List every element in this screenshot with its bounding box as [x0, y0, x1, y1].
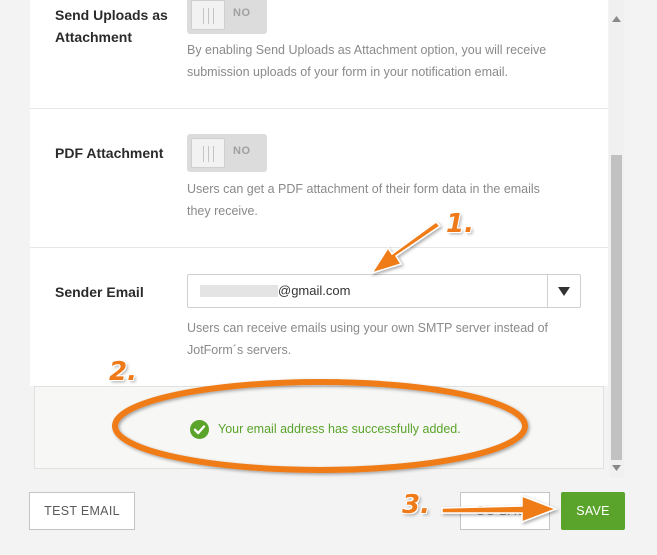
send-uploads-toggle[interactable]: NO: [187, 0, 267, 34]
test-email-button[interactable]: TEST EMAIL: [29, 492, 135, 530]
sender-email-value: @gmail.com: [278, 283, 351, 298]
scroll-down-arrow-icon[interactable]: [612, 465, 621, 471]
check-circle-icon: [190, 419, 209, 439]
annotation-step-1: 1.: [446, 209, 474, 239]
go-back-button[interactable]: GO BACK: [460, 492, 550, 530]
annotation-step-3: 3.: [402, 490, 430, 520]
pdf-attachment-toggle[interactable]: NO: [187, 134, 267, 172]
dropdown-button[interactable]: [547, 275, 580, 307]
divider: [30, 108, 608, 109]
success-message-text: Your email address has successfully adde…: [218, 422, 461, 436]
sender-email-label: Sender Email: [55, 284, 144, 300]
settings-panel: Send Uploads as Attachment NO By enablin…: [30, 0, 608, 386]
scroll-up-arrow-icon[interactable]: [612, 16, 621, 22]
annotation-step-2: 2.: [109, 357, 137, 387]
pdf-attachment-label: PDF Attachment: [55, 145, 164, 161]
send-uploads-help: By enabling Send Uploads as Attachment o…: [187, 43, 547, 79]
toggle-knob[interactable]: [191, 0, 225, 30]
success-message: Your email address has successfully adde…: [190, 417, 461, 441]
scrollbar[interactable]: [609, 0, 624, 477]
sender-email-select[interactable]: @gmail.com: [187, 274, 581, 308]
sender-email-help: Users can receive emails using your own …: [187, 321, 549, 357]
toggle-state: NO: [233, 145, 251, 157]
save-button[interactable]: SAVE: [561, 492, 625, 530]
redacted-email-prefix: [200, 285, 278, 297]
send-uploads-label: Send Uploads as Attachment: [55, 7, 168, 45]
pdf-attachment-help: Users can get a PDF attachment of their …: [187, 182, 540, 218]
toggle-state: NO: [233, 7, 251, 19]
toggle-knob[interactable]: [191, 138, 225, 168]
scrollbar-thumb[interactable]: [611, 155, 622, 460]
divider: [30, 247, 608, 248]
chevron-down-icon: [558, 287, 570, 296]
